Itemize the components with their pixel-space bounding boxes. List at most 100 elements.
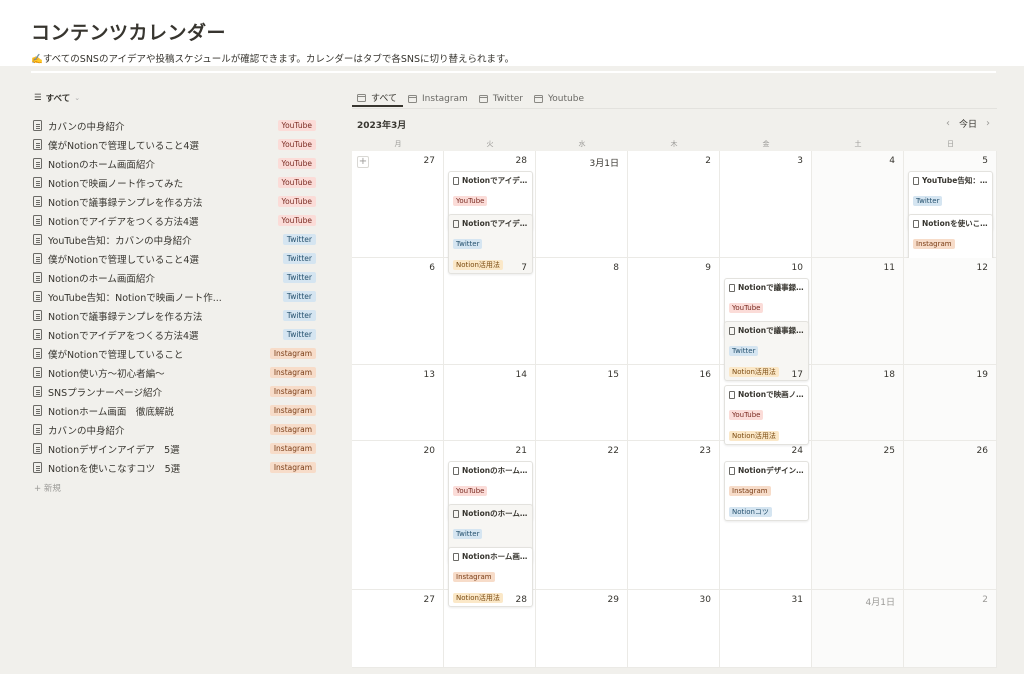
list-item[interactable]: SNSプランナーページ紹介 Instagram	[33, 382, 316, 401]
platform-tag: YouTube	[277, 215, 316, 226]
chevron-right-icon[interactable]: ›	[986, 118, 990, 129]
event-card[interactable]: Notionで映画ノー... YouTube Notion活用法	[724, 385, 809, 445]
list-item[interactable]: Notionでアイデアをつくる方法4選 Twitter	[33, 325, 316, 344]
page-icon	[913, 176, 919, 185]
list-item-title: Notionのホーム画面紹介	[48, 273, 155, 285]
event-tag-row: Instagram	[453, 564, 528, 583]
list-item[interactable]: 僕がNotionで管理していること4選 Twitter	[33, 249, 316, 268]
event-tag: Instagram	[453, 572, 495, 582]
calendar-day-cell[interactable]: 2	[628, 151, 720, 258]
list-item[interactable]: カバンの中身紹介 Instagram	[33, 420, 316, 439]
tab-instagram[interactable]: Instagram	[403, 90, 474, 107]
calendar-day-cell[interactable]: 11	[812, 258, 904, 365]
event-tag: Twitter	[913, 196, 943, 206]
calendar-day-cell[interactable]: 3月1日	[536, 151, 628, 258]
event-title-row: Notionデザインア...	[729, 465, 804, 476]
platform-tag: Twitter	[282, 253, 316, 264]
list-item[interactable]: YouTube告知：カバンの中身紹介 Twitter	[33, 230, 316, 249]
calendar-day-cell[interactable]: 22	[536, 441, 628, 590]
calendar-day-cell[interactable]: 31	[720, 590, 812, 668]
list-item[interactable]: Notionのホーム画面紹介 Twitter	[33, 268, 316, 287]
day-number: 20	[423, 446, 435, 456]
list-item[interactable]: Notionデザインアイデア 5選 Instagram	[33, 439, 316, 458]
calendar-day-cell[interactable]: 16	[628, 365, 720, 441]
list-item[interactable]: Notionのホーム画面紹介 YouTube	[33, 154, 316, 173]
calendar-day-cell[interactable]: 5YouTube告知：N...TwitterNotion活用法Notionを使い…	[904, 151, 997, 274]
list-item[interactable]: 僕がNotionで管理していること Instagram	[33, 344, 316, 363]
list-item[interactable]: Notionで映画ノート作ってみた YouTube	[33, 173, 316, 192]
list-item[interactable]: 僕がNotionで管理していること4選 YouTube	[33, 135, 316, 154]
tab-twitter[interactable]: Twitter	[474, 90, 529, 107]
calendar-day-cell[interactable]: 25	[812, 441, 904, 590]
platform-tag: YouTube	[277, 158, 316, 169]
add-event-button[interactable]: +	[357, 156, 369, 168]
calendar-day-cell[interactable]: 26	[904, 441, 997, 590]
tab-youtube[interactable]: Youtube	[529, 90, 590, 107]
day-number: 30	[699, 595, 711, 605]
calendar-day-cell[interactable]: 19	[904, 365, 997, 441]
calendar-grid: +2728Notionでアイデア...YouTubeNotion活用法Notio…	[352, 151, 997, 668]
page-icon	[33, 424, 42, 435]
calendar-day-cell[interactable]: 13	[352, 365, 444, 441]
list-item-title: Notionでアイデアをつくる方法4選	[48, 330, 199, 342]
calendar-day-cell[interactable]: 30	[628, 590, 720, 668]
tab-すべて[interactable]: すべて	[352, 90, 404, 107]
list-item[interactable]: Notionで議事録テンプレを作る方法 YouTube	[33, 192, 316, 211]
calendar-day-cell[interactable]: 4	[812, 151, 904, 258]
page-icon	[913, 219, 919, 228]
calendar-day-cell[interactable]: 6	[352, 258, 444, 365]
calendar-day-cell[interactable]: 8	[536, 258, 628, 365]
event-tag-row: YouTube	[453, 478, 528, 497]
calendar-nav: ‹ 今日 ›	[946, 117, 990, 130]
calendar-day-cell[interactable]: 9	[628, 258, 720, 365]
event-title-row: Notionで映画ノー...	[729, 389, 804, 400]
calendar-day-cell[interactable]: 28Notionでアイデア...YouTubeNotion活用法Notionでア…	[444, 151, 536, 274]
event-title: Notionのホーム画...	[462, 509, 528, 518]
day-number: 26	[976, 446, 988, 456]
list-item[interactable]: Notion使い方〜初心者編〜 Instagram	[33, 363, 316, 382]
list-item[interactable]: YouTube告知：Notionで映画ノート作... Twitter	[33, 287, 316, 306]
calendar-day-cell[interactable]: 17 Notionで映画ノー... YouTube Notion活用法	[720, 365, 812, 445]
list-item[interactable]: Notionホーム画面 徹底解説 Instagram	[33, 401, 316, 420]
platform-tag: YouTube	[277, 139, 316, 150]
calendar-day-cell[interactable]: 2	[904, 590, 997, 668]
calendar-day-cell[interactable]: 27	[352, 590, 444, 668]
calendar-day-cell[interactable]: 28	[444, 590, 536, 668]
event-tag: Instagram	[729, 486, 771, 496]
day-number: 3	[797, 156, 803, 166]
calendar-day-cell[interactable]: 12	[904, 258, 997, 365]
page-icon	[453, 219, 459, 228]
calendar-day-cell[interactable]: +27	[352, 151, 444, 258]
day-number: 7	[521, 263, 527, 273]
calendar-day-cell[interactable]: 3	[720, 151, 812, 258]
list-item-title: Notionで映画ノート作ってみた	[48, 178, 184, 190]
list-item[interactable]: Notionで議事録テンプレを作る方法 Twitter	[33, 306, 316, 325]
page-icon	[33, 253, 42, 264]
day-number: 12	[976, 263, 988, 273]
calendar-day-cell[interactable]: 10Notionで議事録テ...YouTubeNotion活用法Notionで議…	[720, 258, 812, 381]
list-view-selector[interactable]: ☰ すべて ⌄	[34, 92, 80, 104]
calendar-day-cell[interactable]: 21Notionのホーム画...YouTubeNotion活用法Notionのホ…	[444, 441, 536, 607]
page-description[interactable]: ✍️すべてのSNSのアイデアや投稿スケジュールが確認できます。カレンダーはタブで…	[31, 51, 514, 65]
calendar-day-cell[interactable]: 15	[536, 365, 628, 441]
event-card[interactable]: Notionデザインア... Instagram Notionコツ	[724, 461, 809, 521]
event-tag-row: YouTube	[729, 295, 804, 314]
day-number: 3月1日	[589, 159, 619, 169]
today-button[interactable]: 今日	[959, 117, 977, 130]
calendar-day-cell[interactable]: 18	[812, 365, 904, 441]
chevron-down-icon: ⌄	[74, 94, 81, 102]
new-item-button[interactable]: + 新規	[34, 482, 61, 494]
list-item[interactable]: Notionを使いこなすコツ 5選 Instagram	[33, 458, 316, 477]
calendar-day-cell[interactable]: 20	[352, 441, 444, 590]
day-number: 6	[429, 263, 435, 273]
day-number: 15	[607, 370, 619, 380]
calendar-day-cell[interactable]: 24 Notionデザインア... Instagram Notionコツ	[720, 441, 812, 590]
calendar-day-cell[interactable]: 4月1日	[812, 590, 904, 668]
calendar-day-cell[interactable]: 14	[444, 365, 536, 441]
chevron-left-icon[interactable]: ‹	[946, 118, 950, 129]
list-item[interactable]: Notionでアイデアをつくる方法4選 YouTube	[33, 211, 316, 230]
calendar-day-cell[interactable]: 7	[444, 258, 536, 365]
calendar-day-cell[interactable]: 29	[536, 590, 628, 668]
list-item[interactable]: カバンの中身紹介 YouTube	[33, 116, 316, 135]
calendar-day-cell[interactable]: 23	[628, 441, 720, 590]
